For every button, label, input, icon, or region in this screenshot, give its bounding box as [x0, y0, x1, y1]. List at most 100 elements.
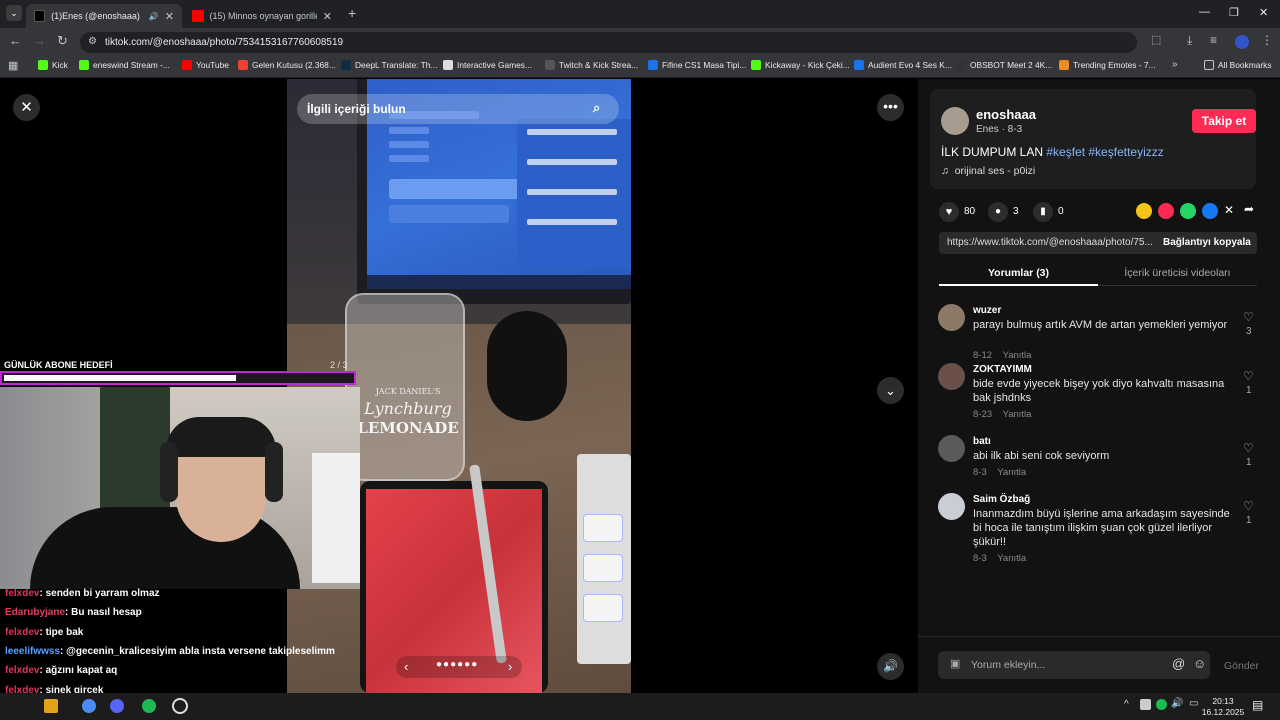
comment-avatar[interactable] [938, 304, 965, 331]
tab-youtube[interactable]: (15) Minnos oynayan goriller m ✕ [184, 4, 340, 28]
discord-icon[interactable] [110, 699, 124, 713]
reply-button[interactable]: Yanıtla [997, 553, 1026, 564]
next-photo-icon[interactable]: › [508, 659, 512, 674]
facebook-icon[interactable] [1202, 203, 1218, 219]
new-tab-icon[interactable]: + [348, 5, 356, 21]
bookmark-label: Audient Evo 4 Ses K... [868, 60, 952, 70]
author-username[interactable]: enoshaaa [976, 107, 1036, 122]
menu-icon[interactable]: ⋮ [1261, 33, 1273, 47]
next-post-button[interactable]: ⌄ [877, 377, 904, 404]
bookmark-youtube[interactable]: YouTube [182, 60, 229, 70]
reply-button[interactable]: Yanıtla [1003, 409, 1032, 420]
tray-chevron-icon[interactable]: ^ [1124, 699, 1129, 710]
tab-tiktok[interactable]: (1)Enes (@enoshaaa) | TikTo 🔊 ✕ [26, 4, 182, 28]
chrome-icon[interactable] [82, 699, 96, 713]
comment-avatar[interactable] [938, 493, 965, 520]
all-bookmarks[interactable]: All Bookmarks [1204, 60, 1272, 70]
copy-link-button[interactable]: Bağlantıyı kopyala [1163, 237, 1251, 248]
comment-username[interactable]: Saim Özbağ [973, 494, 1030, 505]
comment-like-icon[interactable]: ♡ [1243, 369, 1254, 383]
x-icon[interactable]: ✕ [1224, 203, 1234, 217]
apps-icon[interactable]: ▦ [8, 59, 18, 72]
mention-icon[interactable]: @ [1172, 656, 1185, 671]
tab-title: (1)Enes (@enoshaaa) | TikTo [51, 11, 143, 21]
close-tab-icon[interactable]: ✕ [165, 10, 174, 23]
related-search-bar[interactable]: İlgili içeriği bulun ⌕ [297, 94, 619, 124]
comment-username[interactable]: ZOKTAYIMM [973, 364, 1032, 375]
close-tab-icon[interactable]: ✕ [323, 10, 332, 23]
bookmark-emotes[interactable]: Trending Emotes - 7... [1059, 60, 1156, 70]
tab-creator-videos[interactable]: İçerik üreticisi videoları [1098, 267, 1257, 279]
comment-placeholder: Yorum ekleyin... [971, 659, 1046, 671]
site-info-icon[interactable]: ⚙ [88, 36, 97, 47]
bookmark-twitch-kick[interactable]: Twitch & Kick Strea... [545, 60, 638, 70]
emoji-icon[interactable]: ☺ [1193, 656, 1206, 671]
discord-tray-icon[interactable] [1140, 699, 1151, 710]
restore-icon[interactable]: ❐ [1229, 6, 1239, 19]
bookmark-fifine[interactable]: Fifine CS1 Masa Tipi... [648, 60, 746, 70]
file-explorer-icon[interactable] [44, 699, 58, 713]
comment-username[interactable]: batı [973, 436, 991, 447]
bookmark-interactive[interactable]: Interactive Games... [443, 60, 532, 70]
comment-like-icon[interactable]: ♡ [1243, 441, 1254, 455]
caption-hashtags[interactable]: #keşfet #keşfetteyizzz [1046, 145, 1163, 159]
tab-list-button[interactable]: ⌄ [6, 5, 22, 21]
comment-like-icon[interactable]: ♡ [1243, 310, 1254, 324]
more-bookmarks-icon[interactable]: » [1172, 59, 1178, 70]
comment-avatar[interactable] [938, 363, 965, 390]
reply-button[interactable]: Yanıtla [1003, 350, 1032, 361]
chat-message: felxdev: tipe bak [5, 627, 83, 638]
forward-icon[interactable]: → [33, 33, 46, 48]
reply-button[interactable]: Yanıtla [997, 467, 1026, 478]
more-options-button[interactable]: ••• [877, 94, 904, 121]
like-icon[interactable]: ♥ [939, 202, 959, 222]
tab-comments[interactable]: Yorumlar (3) [939, 267, 1098, 279]
obs-icon[interactable] [172, 698, 188, 714]
downloads-icon[interactable]: ⤓ [1187, 33, 1192, 48]
bookmark-label: eneswind Stream -... [93, 60, 170, 70]
follow-button[interactable]: Takip et [1192, 109, 1256, 133]
bookmark-icon[interactable]: ▮ [1033, 202, 1053, 222]
bookmark-eneswind[interactable]: eneswind Stream -... [79, 60, 170, 70]
whatsapp-icon[interactable] [1180, 203, 1196, 219]
send-button[interactable]: Gönder [1224, 660, 1259, 672]
reload-icon[interactable]: ↻ [57, 33, 68, 49]
sound-row[interactable]: ♫ orijinal ses - p0izi [941, 165, 1035, 177]
back-icon[interactable]: ← [9, 33, 22, 48]
comment-avatar[interactable] [938, 435, 965, 462]
prev-photo-icon[interactable]: ‹ [404, 659, 408, 674]
spotify-tray-icon[interactable] [1156, 699, 1167, 710]
comment-like-icon[interactable]: ♡ [1243, 499, 1254, 513]
bookmark-kick[interactable]: Kick [38, 60, 68, 70]
spotify-icon[interactable] [142, 699, 156, 713]
bookmark-deepl[interactable]: DeepL Translate: Th... [341, 60, 437, 70]
author-avatar[interactable] [941, 107, 969, 135]
volume-tray-icon[interactable]: 🔊 [1171, 698, 1183, 709]
extensions-icon[interactable]: ⬚ [1151, 33, 1161, 46]
send-share-icon[interactable] [1158, 203, 1174, 219]
comment-icon[interactable]: ● [988, 202, 1008, 222]
embed-share-icon[interactable] [1136, 203, 1152, 219]
bookmark-kickaway[interactable]: Kickaway - Kick Çeki... [751, 60, 850, 70]
comment-input[interactable]: ▣ Yorum ekleyin... @ ☺ [938, 651, 1210, 679]
clock-time[interactable]: 20:13 [1203, 696, 1243, 706]
network-icon[interactable]: ▭ [1189, 698, 1198, 709]
comment-username[interactable]: wuzer [973, 305, 1001, 316]
close-window-icon[interactable]: ✕ [1259, 6, 1268, 19]
close-viewer-button[interactable]: ✕ [13, 94, 40, 121]
sticker-icon[interactable]: ▣ [950, 657, 960, 670]
media-controls-icon[interactable]: ≡ [1210, 33, 1217, 47]
minimize-icon[interactable]: — [1199, 6, 1210, 18]
taskbar: ^ 🔊 ▭ 20:13 16.12.2025 ▤ [0, 693, 1280, 720]
notifications-icon[interactable]: ▤ [1252, 698, 1263, 712]
post-link[interactable]: https://www.tiktok.com/@enoshaaa/photo/7… [947, 237, 1153, 248]
bookmark-audient[interactable]: Audient Evo 4 Ses K... [854, 60, 952, 70]
bookmark-gmail[interactable]: Gelen Kutusu (2.368... [238, 60, 336, 70]
bookmark-obsbot[interactable]: OBSBOT Meet 2 4K... [956, 60, 1052, 70]
volume-button[interactable]: 🔊 [877, 653, 904, 680]
share-arrow-icon[interactable]: ➦ [1244, 202, 1254, 216]
address-bar[interactable]: ⚙ tiktok.com/@enoshaaa/photo/75341531677… [80, 32, 1137, 53]
search-icon[interactable]: ⌕ [593, 100, 600, 116]
clock-date[interactable]: 16.12.2025 [1200, 707, 1246, 717]
profile-avatar[interactable] [1235, 35, 1249, 49]
